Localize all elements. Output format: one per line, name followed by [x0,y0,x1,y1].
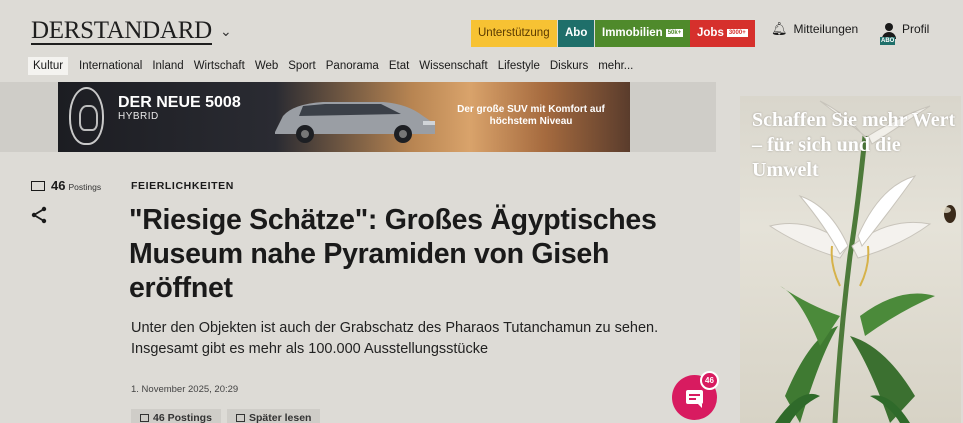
article-date: 1. November 2025, 20:29 [131,384,239,395]
nav-item-etat[interactable]: Etat [389,60,409,72]
nav-item-diskurs[interactable]: Diskurs [550,60,588,72]
article-lead: Unter den Objekten ist auch der Grabscha… [131,320,659,357]
chat-icon [686,390,703,408]
nav-item-web[interactable]: Web [255,60,278,72]
notifications-label: Mitteilungen [793,22,859,36]
read-later-label: Später lesen [249,412,312,423]
nav-item-kultur[interactable]: Kultur [28,57,69,75]
jobs-label: Jobs [697,27,724,39]
fab-count-badge: 46 [700,371,719,390]
abo-badge: ABO [880,37,896,45]
banner-tagline: Der große SUV mit Komfort auf höchstem N… [457,104,605,127]
article-headline: "Riesige Schätze": Großes Ägyptisches Mu… [129,204,657,304]
jobs-button[interactable]: Jobs 3000+ [690,20,755,47]
bell-icon: 🔔︎ [771,22,788,37]
peugeot-banner-ad[interactable]: DER NEUE 5008 HYBRID Der große SUV mit K… [58,82,630,152]
profile-button[interactable]: ABO Profil [880,22,930,45]
support-button[interactable]: Unterstützung [471,20,557,47]
nav-item-mehr[interactable]: mehr... [598,60,633,72]
banner-title: DER NEUE 5008 [118,94,241,111]
nav-item-wirtschaft[interactable]: Wirtschaft [194,60,245,72]
section-nav: Kultur International Inland Wirtschaft W… [28,54,643,78]
bookmark-icon [236,414,245,422]
postings-button[interactable]: 46 Postings [131,409,221,423]
share-icon[interactable] [29,205,49,225]
support-label: Unterstützung [478,27,550,39]
immobilien-button[interactable]: Immobilien 50k+ [595,20,691,47]
side-ad-text: Schaffen Sie mehr Wert – für sich und di… [752,109,956,181]
car-image [275,102,435,143]
postings-count: 46 [51,178,66,193]
nav-item-inland[interactable]: Inland [152,60,183,72]
banner-subtitle: HYBRID [118,111,159,122]
site-header: DERSTANDARD ⌄ Unterstützung Abo Immobili… [0,0,963,82]
nav-item-sport[interactable]: Sport [288,60,316,72]
abo-label: Abo [565,27,588,39]
postings-link[interactable]: 46 Postings [31,178,101,193]
read-later-button[interactable]: Später lesen [227,409,321,423]
side-ad[interactable]: Schaffen Sie mehr Wert – für sich und di… [740,96,961,423]
abo-button[interactable]: Abo [558,20,595,47]
immo-label: Immobilien [602,27,663,39]
jobs-badge: 3000+ [726,28,748,37]
peugeot-logo [69,87,104,145]
nav-item-panorama[interactable]: Panorama [326,60,379,72]
immo-badge: 50k+ [665,28,684,37]
postings-label: Postings [68,182,102,192]
comment-icon [140,414,149,422]
user-icon: ABO [880,22,898,45]
site-logo[interactable]: DERSTANDARD [31,18,212,45]
chevron-down-icon[interactable]: ⌄ [220,24,232,40]
profile-label: Profil [902,22,930,36]
nav-item-lifestyle[interactable]: Lifestyle [498,60,540,72]
comment-icon [31,181,45,191]
nav-item-wissenschaft[interactable]: Wissenschaft [419,60,487,72]
postings-button-label: 46 Postings [153,412,212,423]
notifications-button[interactable]: 🔔︎ Mitteilungen [771,22,858,37]
article-kicker: FEIERLICHKEITEN [131,180,234,192]
nav-item-international[interactable]: International [79,60,142,72]
